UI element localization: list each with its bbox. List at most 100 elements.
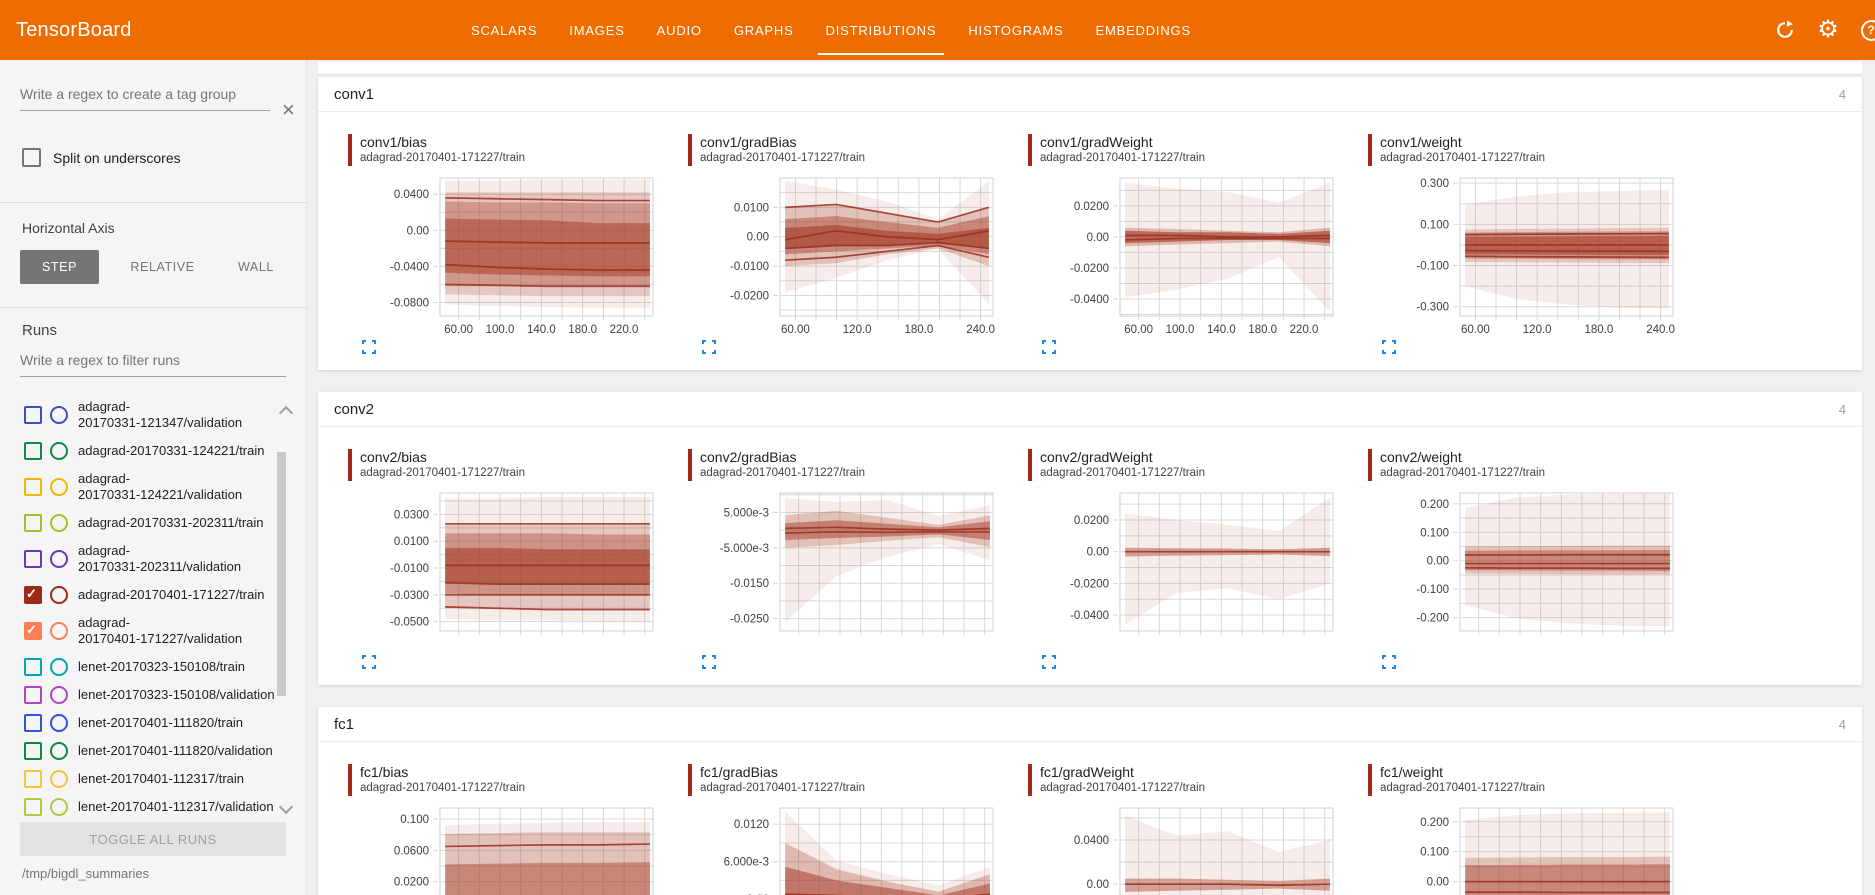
svg-text:120.0: 120.0 xyxy=(843,324,872,336)
run-color-radio[interactable] xyxy=(50,550,68,568)
expand-icon[interactable] xyxy=(362,340,376,359)
distribution-plot[interactable]: 0.04000.00-0.0400 xyxy=(1028,802,1348,895)
distribution-plot[interactable]: 0.01206.000e-30.00 xyxy=(688,802,1008,895)
gear-icon[interactable]: ⚙ xyxy=(1816,18,1840,42)
nav-tabs: SCALARSIMAGESAUDIOGRAPHSDISTRIBUTIONSHIS… xyxy=(455,0,1207,60)
run-color-radio[interactable] xyxy=(50,770,68,788)
run-color-radio[interactable] xyxy=(50,442,68,460)
chart-title: fc1/gradBias xyxy=(700,764,865,781)
chart-title: conv1/gradBias xyxy=(700,134,865,151)
distribution-plot[interactable]: 0.2000.1000.00-0.100-0.200 xyxy=(1368,487,1688,655)
distribution-plot[interactable]: 0.04000.00-0.0400-0.080060.00100.0140.01… xyxy=(348,172,668,340)
run-color-radio[interactable] xyxy=(50,798,68,816)
run-item[interactable]: lenet-20170401-112317/train xyxy=(0,765,292,793)
split-underscores-checkbox[interactable] xyxy=(22,148,41,167)
run-item[interactable]: lenet-20170401-111820/train xyxy=(0,709,292,737)
chart-tile: conv2/biasadagrad-20170401-171227/train0… xyxy=(348,449,682,674)
run-item[interactable]: ✓adagrad-20170401-171227/validation xyxy=(0,609,292,653)
svg-text:60.00: 60.00 xyxy=(1461,324,1490,336)
run-item[interactable]: lenet-20170323-150108/train xyxy=(0,653,292,681)
run-item[interactable]: adagrad-20170331-202311/validation xyxy=(0,537,292,581)
run-checkbox[interactable] xyxy=(24,798,42,816)
run-color-radio[interactable] xyxy=(50,622,68,640)
run-checkbox[interactable]: ✓ xyxy=(24,586,42,604)
chart-title: conv1/weight xyxy=(1380,134,1545,151)
distribution-plot[interactable]: 0.03000.0100-0.0100-0.0300-0.0500 xyxy=(348,487,668,655)
run-item[interactable]: lenet-20170323-150108/validation xyxy=(0,681,292,709)
run-color-radio[interactable] xyxy=(50,742,68,760)
section-header[interactable]: conv24 xyxy=(318,392,1862,427)
run-checkbox[interactable] xyxy=(24,478,42,496)
section-header[interactable]: fc14 xyxy=(318,707,1862,742)
section-charts-row: conv1/biasadagrad-20170401-171227/train0… xyxy=(318,112,1862,359)
run-item[interactable]: adagrad-20170331-124221/train xyxy=(0,437,292,465)
distribution-plot[interactable]: 0.2000.1000.00-0.100 xyxy=(1368,802,1688,895)
section-header[interactable]: conv14 xyxy=(318,77,1862,112)
distribution-plot[interactable]: 0.02000.00-0.0200-0.0400 xyxy=(1028,487,1348,655)
run-item[interactable]: lenet-20170401-111820/validation xyxy=(0,737,292,765)
axis-button-relative[interactable]: RELATIVE xyxy=(118,250,206,284)
run-checkbox[interactable] xyxy=(24,686,42,704)
toggle-all-runs-button[interactable]: TOGGLE ALL RUNS xyxy=(20,822,286,856)
tab-scalars[interactable]: SCALARS xyxy=(455,0,553,60)
distribution-plot[interactable]: 5.000e-3-5.000e-3-0.0150-0.0250 xyxy=(688,487,1008,655)
tab-histograms[interactable]: HISTOGRAMS xyxy=(952,0,1079,60)
split-underscores-row[interactable]: Split on underscores xyxy=(22,148,181,167)
run-checkbox[interactable] xyxy=(24,742,42,760)
distribution-plot[interactable]: 0.3000.100-0.100-0.30060.00120.0180.0240… xyxy=(1368,172,1688,340)
log-directory-path: /tmp/bigdl_summaries xyxy=(22,866,149,881)
run-color-radio[interactable] xyxy=(50,514,68,532)
run-item[interactable]: lenet-20170401-112317/validation xyxy=(0,793,292,821)
run-checkbox[interactable] xyxy=(24,714,42,732)
close-icon[interactable]: × xyxy=(282,100,295,120)
expand-icon[interactable] xyxy=(702,340,716,359)
run-label: adagrad-20170401-171227/train xyxy=(78,587,265,603)
run-item[interactable]: adagrad-20170331-121347/validation xyxy=(0,393,292,437)
refresh-icon[interactable] xyxy=(1773,18,1797,42)
run-item[interactable]: adagrad-20170331-124221/validation xyxy=(0,465,292,509)
tab-images[interactable]: IMAGES xyxy=(553,0,640,60)
run-checkbox[interactable] xyxy=(24,406,42,424)
tab-distributions[interactable]: DISTRIBUTIONS xyxy=(810,0,953,60)
distribution-plot[interactable]: 0.1000.06000.0200-0.0200 xyxy=(348,802,668,895)
tab-embeddings[interactable]: EMBEDDINGS xyxy=(1080,0,1207,60)
tab-audio[interactable]: AUDIO xyxy=(641,0,718,60)
runs-regex-input[interactable] xyxy=(20,348,286,377)
help-icon[interactable]: ? xyxy=(1859,18,1875,42)
run-color-radio[interactable] xyxy=(50,658,68,676)
run-color-radio[interactable] xyxy=(50,714,68,732)
run-item[interactable]: adagrad-20170331-202311/train xyxy=(0,509,292,537)
run-checkbox[interactable] xyxy=(24,442,42,460)
run-checkbox[interactable] xyxy=(24,658,42,676)
expand-icon[interactable] xyxy=(1042,655,1056,674)
axis-button-wall[interactable]: WALL xyxy=(226,250,286,284)
svg-text:240.0: 240.0 xyxy=(966,324,995,336)
run-color-radio[interactable] xyxy=(50,478,68,496)
sidebar: × Split on underscores Horizontal Axis S… xyxy=(0,60,307,895)
distribution-plot[interactable]: 0.01000.00-0.0100-0.020060.00120.0180.02… xyxy=(688,172,1008,340)
expand-icon[interactable] xyxy=(1042,340,1056,359)
distribution-plot[interactable]: 0.02000.00-0.0200-0.040060.00100.0140.01… xyxy=(1028,172,1348,340)
run-color-marker xyxy=(1368,764,1372,796)
tab-graphs[interactable]: GRAPHS xyxy=(718,0,810,60)
expand-icon[interactable] xyxy=(1382,340,1396,359)
run-checkbox[interactable] xyxy=(24,770,42,788)
run-checkbox[interactable] xyxy=(24,550,42,568)
svg-text:-0.0100: -0.0100 xyxy=(390,563,429,575)
expand-icon[interactable] xyxy=(702,655,716,674)
axis-button-step[interactable]: STEP xyxy=(20,250,99,284)
run-color-radio[interactable] xyxy=(50,406,68,424)
expand-icon[interactable] xyxy=(1382,655,1396,674)
expand-icon[interactable] xyxy=(362,655,376,674)
run-item[interactable]: ✓ adagrad-20170401-171227/train xyxy=(0,581,292,609)
run-color-marker xyxy=(688,134,692,166)
chart-title: conv2/gradWeight xyxy=(1040,449,1205,466)
run-checkbox[interactable] xyxy=(24,514,42,532)
run-checkbox[interactable]: ✓ xyxy=(24,622,42,640)
run-color-radio[interactable] xyxy=(50,586,68,604)
run-color-radio[interactable] xyxy=(50,686,68,704)
split-underscores-label: Split on underscores xyxy=(53,150,181,166)
chart-run-subtitle: adagrad-20170401-171227/train xyxy=(700,466,865,480)
tag-regex-input[interactable] xyxy=(20,82,270,111)
runs-scrollbar[interactable] xyxy=(277,452,286,696)
